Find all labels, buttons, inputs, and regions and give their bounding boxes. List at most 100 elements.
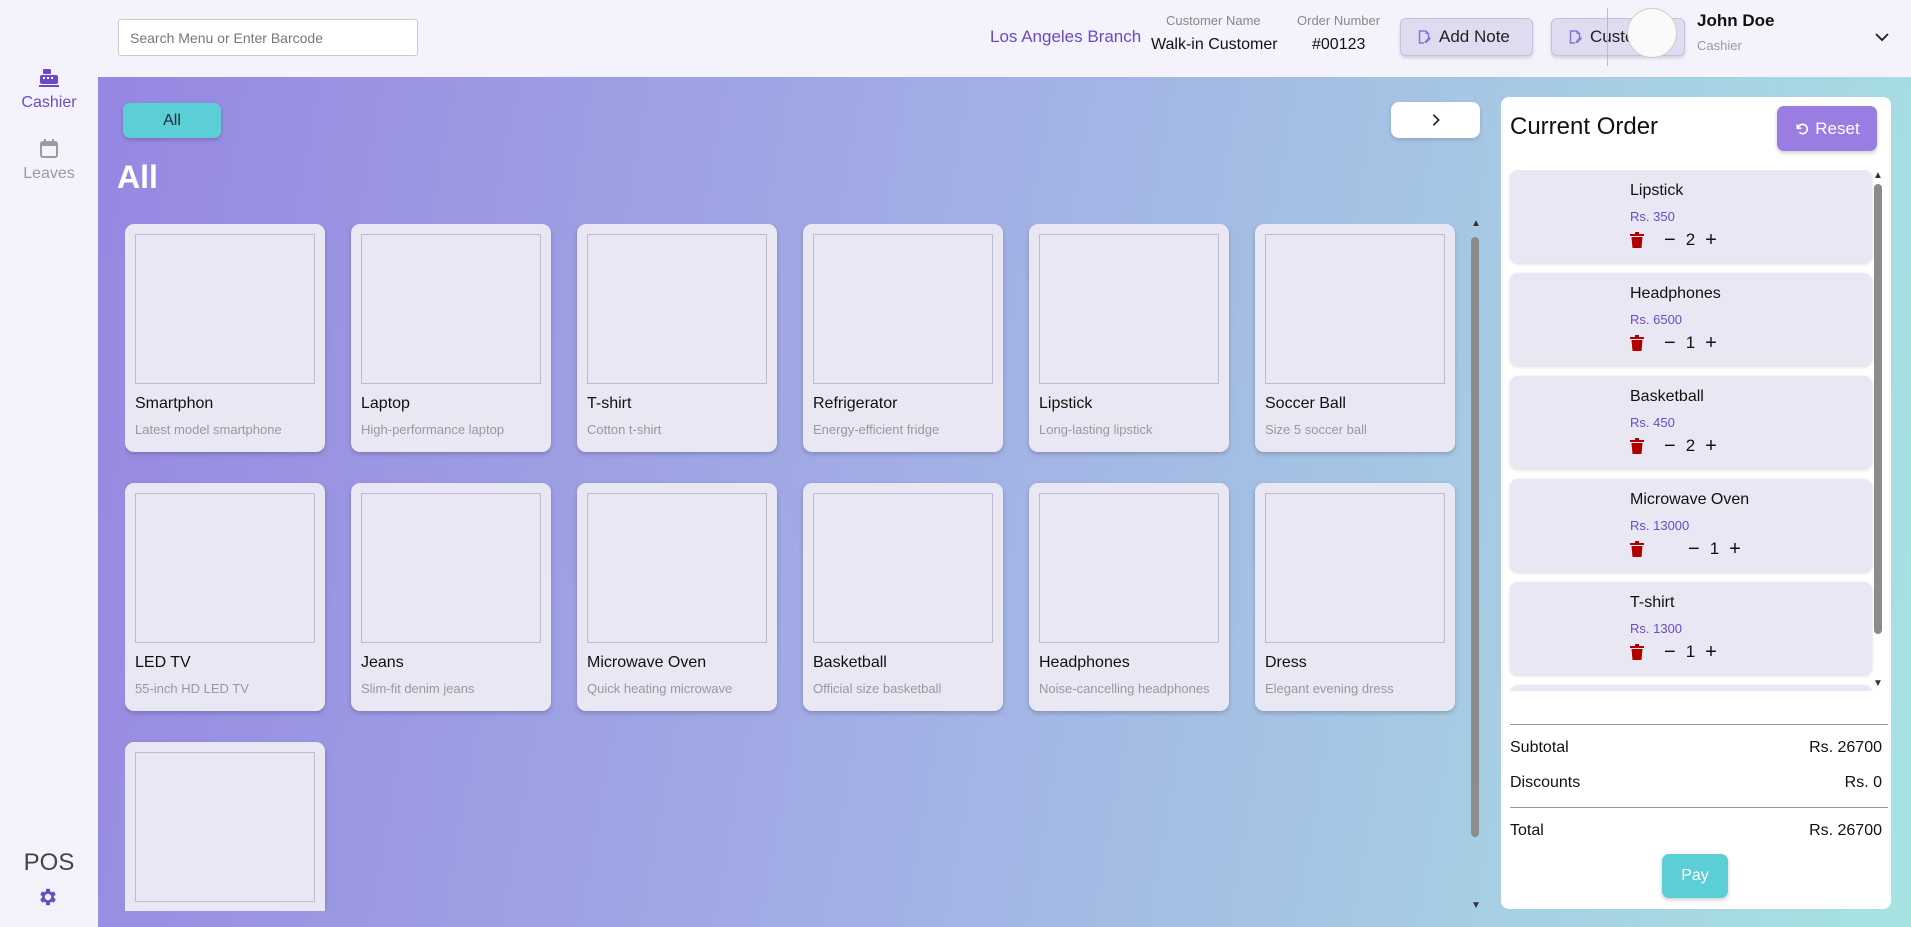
sidebar: Cashier Leaves POS (0, 0, 98, 927)
decrease-quantity-button[interactable]: − (1664, 333, 1676, 353)
search-input[interactable] (118, 19, 418, 56)
product-description: Cotton t-shirt (587, 422, 662, 437)
product-description: 55-inch HD LED TV (135, 681, 249, 696)
product-image (135, 493, 315, 643)
product-description: Slim-fit denim jeans (361, 681, 475, 696)
product-card[interactable]: Basketball Official size basketball (803, 483, 1003, 711)
increase-quantity-button[interactable]: + (1705, 333, 1717, 353)
product-description: Elegant evening dress (1265, 681, 1394, 696)
product-image (361, 493, 541, 643)
product-card[interactable]: Soccer Ball Size 5 soccer ball (1255, 224, 1455, 452)
decrease-quantity-button[interactable]: − (1688, 539, 1700, 559)
order-item-name: Headphones (1630, 285, 1721, 302)
total-value: Rs. 26700 (1809, 822, 1882, 839)
product-card[interactable] (125, 742, 325, 911)
product-image (135, 234, 315, 384)
trash-icon[interactable] (1630, 335, 1644, 351)
order-title: Current Order (1510, 113, 1659, 140)
order-item: Basketball Rs. 450 −2 + (1510, 376, 1872, 469)
note-edit-icon (1569, 30, 1582, 44)
decrease-quantity-button[interactable]: − (1664, 642, 1676, 662)
product-name: Headphones (1039, 654, 1130, 671)
order-item-name: Basketball (1630, 388, 1704, 405)
calendar-icon (40, 139, 58, 158)
product-image (813, 234, 993, 384)
scroll-thumb[interactable] (1874, 184, 1882, 634)
product-description: Latest model smartphone (135, 422, 282, 437)
trash-icon[interactable] (1630, 438, 1644, 454)
product-name: Smartphon (135, 395, 214, 412)
increase-quantity-button[interactable]: + (1705, 230, 1717, 250)
product-name: Refrigerator (813, 395, 898, 412)
order-number-label: Order Number (1297, 13, 1381, 28)
note-edit-icon (1418, 30, 1431, 44)
product-card[interactable]: Smartphon Latest model smartphone (125, 224, 325, 452)
scroll-down-arrow[interactable]: ▼ (1871, 678, 1885, 689)
discounts-label: Discounts (1510, 774, 1581, 791)
user-name: John Doe (1697, 11, 1775, 30)
chevron-down-icon[interactable] (1873, 28, 1891, 46)
scroll-up-arrow[interactable]: ▲ (1469, 219, 1483, 229)
order-item-quantity: 1 (1685, 642, 1696, 661)
product-card[interactable]: Microwave Oven Quick heating microwave (577, 483, 777, 711)
product-image (587, 234, 767, 384)
product-image (1265, 493, 1445, 643)
pay-button[interactable]: Pay (1662, 854, 1728, 898)
product-card[interactable]: LED TV 55-inch HD LED TV (125, 483, 325, 711)
product-name: Dress (1265, 654, 1307, 671)
total-label: Total (1510, 822, 1544, 839)
trash-icon[interactable] (1630, 644, 1644, 660)
sidebar-item-label: Leaves (23, 165, 75, 182)
order-item-price: Rs. 13000 (1630, 518, 1690, 533)
product-card[interactable]: Refrigerator Energy-efficient fridge (803, 224, 1003, 452)
subtotal-label: Subtotal (1510, 739, 1569, 756)
reset-button[interactable]: Reset (1777, 106, 1877, 151)
product-image (361, 234, 541, 384)
add-note-button[interactable]: Add Note (1400, 18, 1533, 56)
product-card[interactable]: Jeans Slim-fit denim jeans (351, 483, 551, 711)
product-description: Size 5 soccer ball (1265, 422, 1367, 437)
product-name: Soccer Ball (1265, 395, 1346, 412)
gear-icon[interactable] (37, 886, 59, 908)
product-grid-scrollbar[interactable]: ▲ ▼ (1469, 219, 1485, 911)
product-card[interactable]: Headphones Noise-cancelling headphones (1029, 483, 1229, 711)
increase-quantity-button[interactable]: + (1729, 539, 1741, 559)
product-card[interactable]: Lipstick Long-lasting lipstick (1029, 224, 1229, 452)
order-item-quantity: 2 (1685, 436, 1696, 455)
subtotal-value: Rs. 26700 (1809, 739, 1882, 756)
order-item: Microwave Oven Rs. 13000 −1 + (1510, 479, 1872, 572)
trash-icon[interactable] (1630, 541, 1644, 557)
next-category-button[interactable] (1391, 102, 1480, 138)
product-name: Microwave Oven (587, 654, 707, 671)
product-description: Energy-efficient fridge (813, 422, 940, 437)
order-item-name: T-shirt (1630, 594, 1675, 611)
increase-quantity-button[interactable]: + (1705, 436, 1717, 456)
sidebar-item-label: Cashier (21, 94, 77, 111)
header-divider (1607, 8, 1608, 66)
product-name: Basketball (813, 654, 887, 671)
branch-name: Los Angeles Branch (990, 27, 1142, 46)
increase-quantity-button[interactable]: + (1705, 642, 1717, 662)
order-item-quantity: 1 (1685, 333, 1696, 352)
decrease-quantity-button[interactable]: − (1664, 436, 1676, 456)
scroll-thumb[interactable] (1471, 237, 1479, 837)
product-card[interactable]: Dress Elegant evening dress (1255, 483, 1455, 711)
trash-icon[interactable] (1630, 232, 1644, 248)
order-item: Headphones Rs. 6500 −1 + (1510, 273, 1872, 366)
app-label: POS (23, 849, 75, 876)
decrease-quantity-button[interactable]: − (1664, 230, 1676, 250)
sidebar-item-leaves[interactable]: Leaves (0, 137, 98, 183)
scroll-down-arrow[interactable]: ▼ (1469, 901, 1483, 911)
sidebar-item-cashier[interactable]: Cashier (0, 66, 98, 112)
product-name: Jeans (361, 654, 404, 671)
product-image (587, 493, 767, 643)
product-card[interactable]: T-shirt Cotton t-shirt (577, 224, 777, 452)
category-chip-all[interactable]: All (123, 103, 221, 138)
scroll-up-arrow[interactable]: ▲ (1871, 170, 1885, 181)
order-item-name: Microwave Oven (1630, 491, 1750, 508)
order-item: T-shirt Rs. 1300 −1 + (1510, 582, 1872, 675)
avatar[interactable] (1627, 8, 1677, 58)
product-description: Official size basketball (813, 681, 942, 696)
product-card[interactable]: Laptop High-performance laptop (351, 224, 551, 452)
order-list-scrollbar[interactable]: ▲ ▼ (1871, 170, 1885, 691)
